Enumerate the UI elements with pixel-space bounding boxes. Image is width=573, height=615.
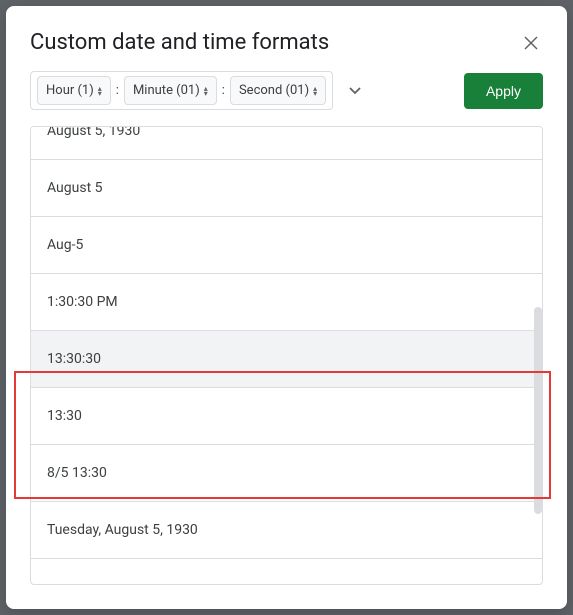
format-list-item[interactable]: 1:30:30 PM (31, 274, 542, 331)
stepper-icon: ▴▾ (98, 86, 102, 96)
token-separator: : (115, 83, 120, 98)
second-token[interactable]: Second (01) ▴▾ (230, 76, 326, 105)
dialog-header: Custom date and time formats (6, 6, 567, 71)
format-list-item[interactable]: 13:30:30 (31, 331, 542, 388)
format-list-container: August 5, 1930August 5Aug-51:30:30 PM13:… (30, 126, 543, 585)
hour-token[interactable]: Hour (1) ▴▾ (37, 76, 111, 105)
minute-token[interactable]: Minute (01) ▴▾ (124, 76, 217, 105)
token-separator: : (221, 83, 226, 98)
format-list-item[interactable]: 8/5 13:30 (31, 445, 542, 502)
close-button[interactable] (519, 31, 543, 55)
chevron-down-icon (349, 87, 361, 95)
hour-token-label: Hour (1) (46, 83, 94, 98)
format-token-group: Hour (1) ▴▾ : Minute (01) ▴▾ : Second (0… (30, 71, 333, 110)
format-list-item[interactable]: August 5 (31, 160, 542, 217)
format-toolbar: Hour (1) ▴▾ : Minute (01) ▴▾ : Second (0… (6, 71, 567, 126)
second-token-label: Second (01) (239, 83, 309, 98)
apply-button[interactable]: Apply (464, 73, 543, 109)
custom-datetime-dialog: Custom date and time formats Hour (1) ▴▾… (6, 6, 567, 609)
stepper-icon: ▴▾ (313, 86, 317, 96)
scrollbar-thumb[interactable] (534, 307, 542, 514)
close-icon (524, 36, 538, 50)
format-list-item[interactable]: Tuesday, August 5, 1930 (31, 502, 542, 559)
format-list-item[interactable]: 13:30 (31, 388, 542, 445)
minute-token-label: Minute (01) (133, 83, 200, 98)
format-list-item[interactable]: Aug-5 (31, 217, 542, 274)
format-list[interactable]: August 5, 1930August 5Aug-51:30:30 PM13:… (31, 126, 542, 560)
stepper-icon: ▴▾ (204, 86, 208, 96)
expand-tokens-button[interactable] (341, 74, 369, 108)
dialog-title: Custom date and time formats (30, 30, 329, 55)
format-list-item[interactable]: August 5, 1930 (31, 126, 542, 160)
